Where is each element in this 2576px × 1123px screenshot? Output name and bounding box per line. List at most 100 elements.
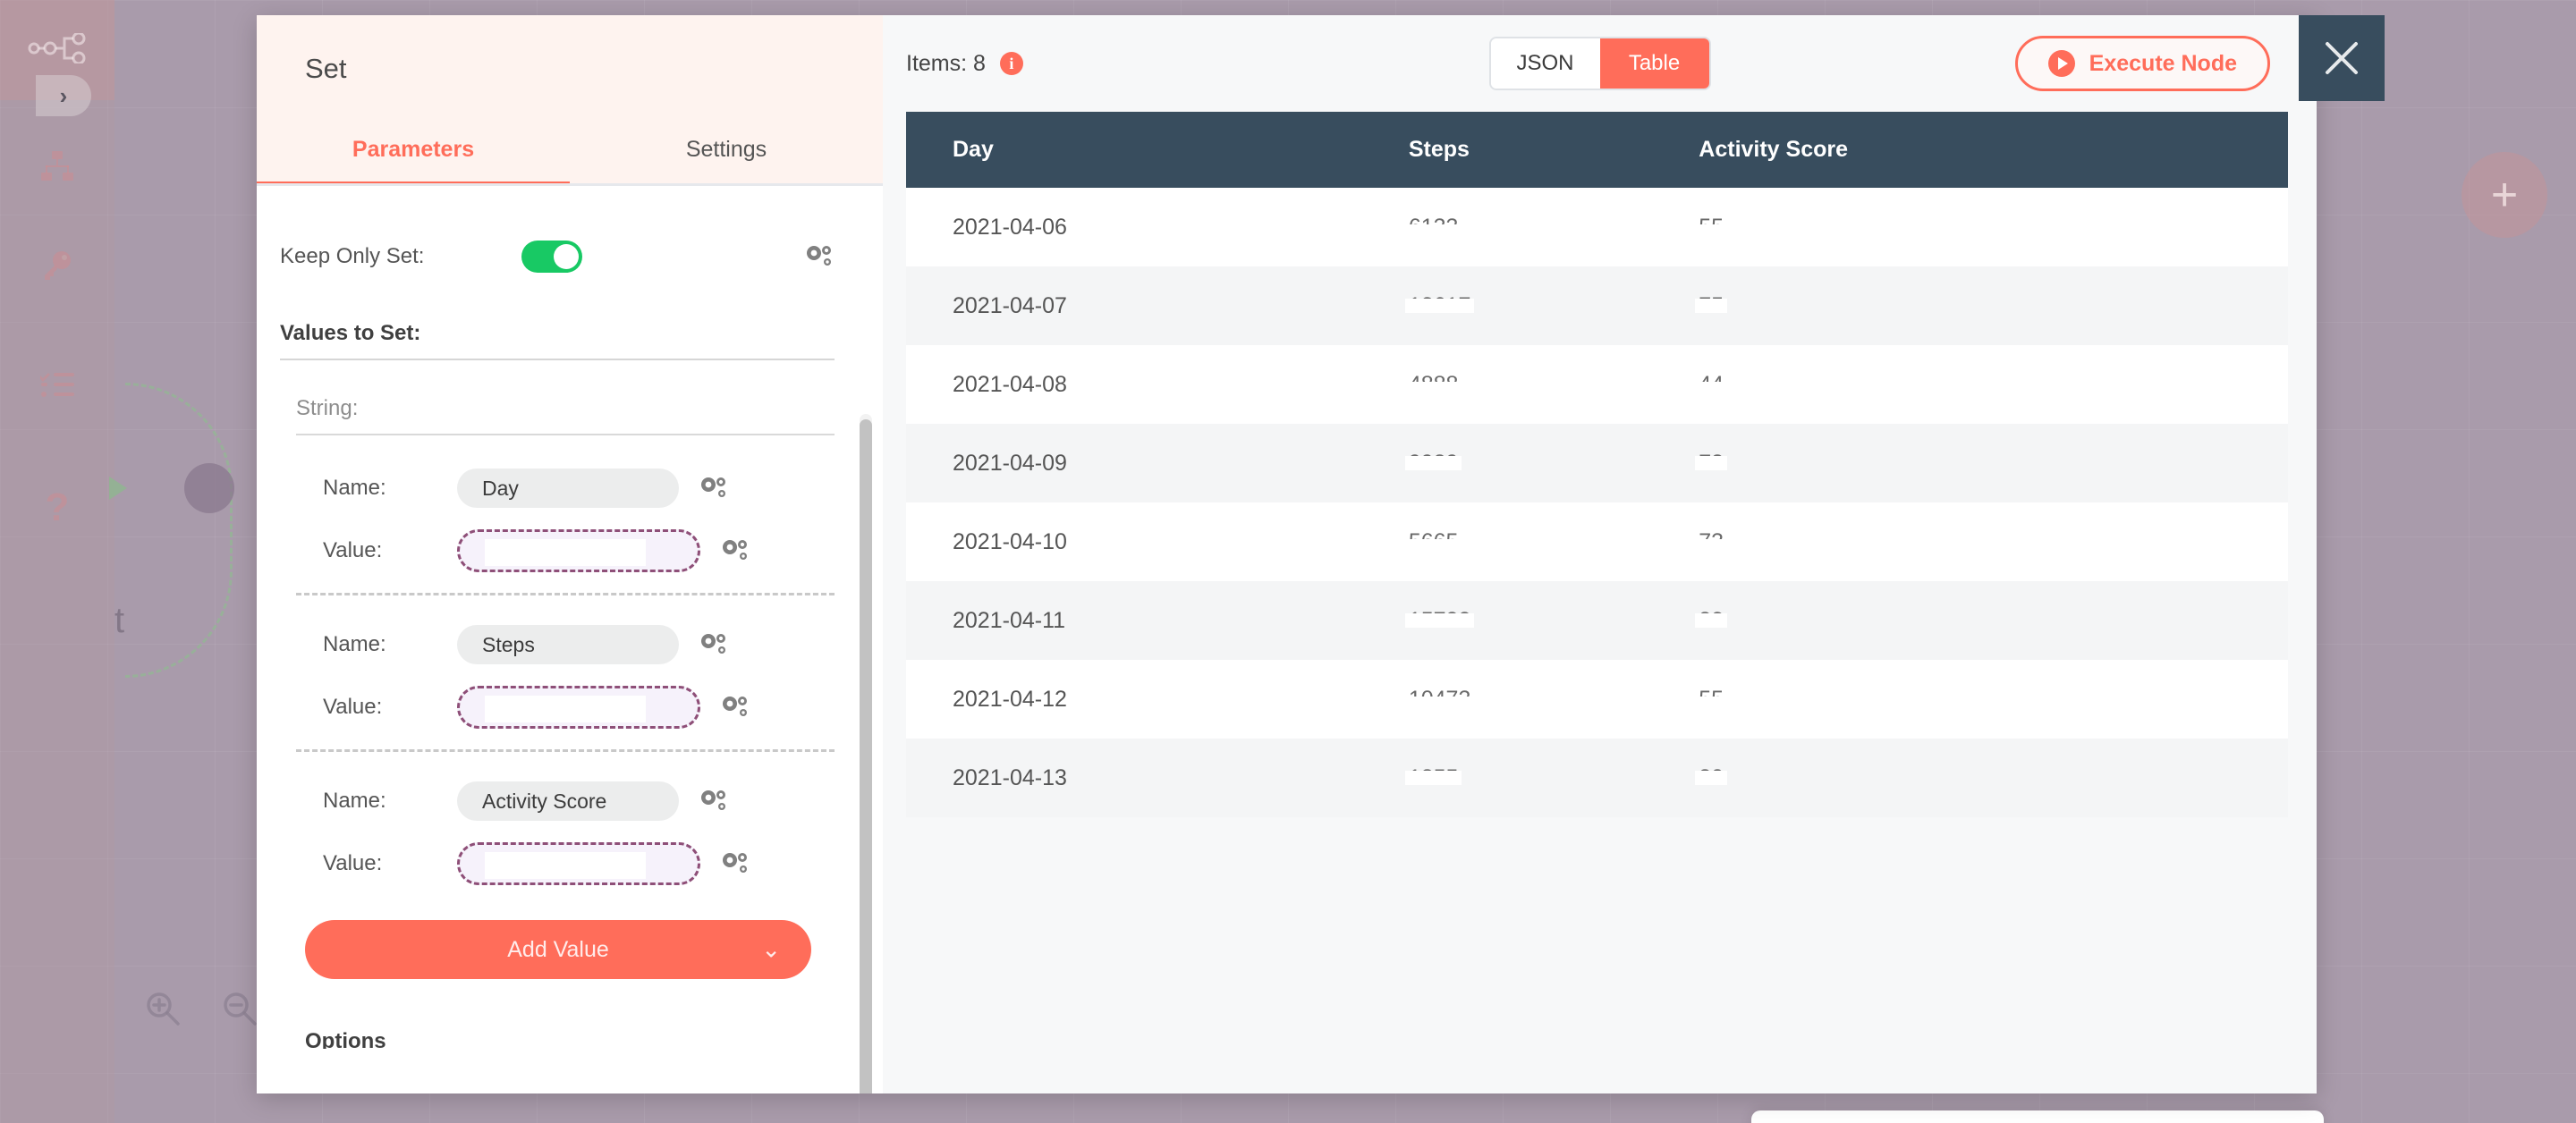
parameters-scrollbar[interactable] <box>860 419 872 1093</box>
cell-activity-score: 75 <box>1652 266 2288 345</box>
output-toolbar: Items: 8 i JSON Table Execute Node <box>883 15 2317 112</box>
gears-icon[interactable] <box>699 788 729 815</box>
cell-steps: 1855 <box>1361 739 1653 817</box>
sidebar-item-workflows[interactable] <box>0 143 114 193</box>
add-value-label: Add Value <box>507 936 609 962</box>
redacted-value: 12617 <box>1404 292 1474 318</box>
redacted-value: 4888 <box>1404 371 1462 397</box>
gears-icon[interactable] <box>720 694 750 721</box>
gears-icon[interactable] <box>720 537 750 564</box>
value-input[interactable] <box>457 686 700 729</box>
parameters-header: Set Parameters Settings <box>257 15 883 186</box>
sidebar-item-credentials[interactable] <box>0 241 114 291</box>
left-sidebar: › ? <box>0 0 114 1123</box>
node-detail-view: Set Parameters Settings Keep Only Set: V… <box>257 15 2385 1093</box>
chevron-down-icon: ⌄ <box>761 935 781 963</box>
table-row[interactable]: 2021-04-06 6133 55 <box>906 188 2288 266</box>
cell-activity-score: 73 <box>1652 502 2288 581</box>
output-table: Day Steps Activity Score 2021-04-06 6133 5… <box>906 112 2288 817</box>
entry-value-row: Value: <box>280 838 835 890</box>
options-section-label: Options <box>305 1029 386 1049</box>
zoom-out-icon <box>222 991 258 1031</box>
cell-steps: 5665 <box>1361 502 1653 581</box>
column-header-day[interactable]: Day <box>906 112 1362 188</box>
canvas-node-endpoint[interactable] <box>184 463 234 513</box>
gears-icon[interactable] <box>699 475 729 502</box>
cell-day: 2021-04-13 <box>906 739 1362 817</box>
entry-divider <box>296 749 835 752</box>
view-mode-toggle: JSON Table <box>1488 37 1711 90</box>
value-input[interactable] <box>457 529 700 572</box>
entry-divider <box>296 593 835 595</box>
sidebar-item-expand-sidebar[interactable]: › <box>36 75 91 116</box>
cell-steps: 6133 <box>1361 188 1653 266</box>
question-mark-icon: ? <box>45 486 70 529</box>
view-mode-json[interactable]: JSON <box>1490 38 1600 89</box>
name-input[interactable]: Steps <box>457 625 679 664</box>
key-icon <box>42 249 72 284</box>
gears-icon[interactable] <box>699 631 729 658</box>
table-row[interactable]: 2021-04-09 9989 73 <box>906 424 2288 502</box>
n8n-logo-icon <box>27 31 88 68</box>
view-mode-table[interactable]: Table <box>1599 38 1709 89</box>
table-row[interactable]: 2021-04-12 10473 55 <box>906 660 2288 739</box>
cell-day: 2021-04-07 <box>906 266 1362 345</box>
value-label: Value: <box>323 695 383 719</box>
gears-icon[interactable] <box>720 850 750 877</box>
cell-day: 2021-04-09 <box>906 424 1362 502</box>
name-label: Name: <box>323 632 386 656</box>
tab-settings[interactable]: Settings <box>570 126 883 186</box>
header-divider <box>257 183 883 186</box>
sidebar-item-executions[interactable] <box>0 361 114 411</box>
entry-name-row: Name: Activity Score <box>280 775 835 827</box>
parameters-panel: Set Parameters Settings Keep Only Set: V… <box>257 15 883 1093</box>
checklist-icon <box>38 372 74 401</box>
add-value-button[interactable]: Add Value ⌄ <box>305 920 811 979</box>
name-input[interactable]: Activity Score <box>457 781 679 821</box>
execute-node-button[interactable]: Execute Node <box>2014 36 2270 91</box>
string-group-label: String: <box>296 396 359 420</box>
play-icon <box>2047 50 2075 77</box>
value-input[interactable] <box>457 842 700 885</box>
gears-icon[interactable] <box>804 243 835 270</box>
redacted-value: 1855 <box>1404 764 1462 790</box>
output-table-container[interactable]: Day Steps Activity Score 2021-04-06 6133 5… <box>883 112 2317 1093</box>
values-to-set-label: Values to Set: <box>280 321 421 345</box>
sidebar-item-help[interactable]: ? <box>0 483 114 533</box>
zoom-in-button[interactable] <box>136 984 190 1037</box>
table-row[interactable]: 2021-04-11 15733 82 <box>906 581 2288 660</box>
redacted-value: 55 <box>1695 686 1727 712</box>
keep-only-set-toggle[interactable] <box>521 241 582 273</box>
notification-toast[interactable] <box>1751 1110 2324 1123</box>
name-label: Name: <box>323 476 386 500</box>
redacted-value: 82 <box>1695 607 1727 633</box>
cell-steps: 10473 <box>1361 660 1653 739</box>
entry-value-row: Value: <box>280 525 835 577</box>
redacted-value: 73 <box>1695 528 1727 554</box>
connection-arrow-icon <box>109 477 127 500</box>
string-group-divider <box>296 434 835 435</box>
cell-day: 2021-04-08 <box>906 345 1362 424</box>
cell-activity-score: 73 <box>1652 424 2288 502</box>
name-input[interactable]: Day <box>457 469 679 508</box>
entry-name-row: Name: Day <box>280 462 835 514</box>
table-row[interactable]: 2021-04-08 4888 44 <box>906 345 2288 424</box>
info-icon[interactable]: i <box>999 52 1023 75</box>
table-row[interactable]: 2021-04-13 1855 30 <box>906 739 2288 817</box>
output-panel: Items: 8 i JSON Table Execute Node Day S… <box>883 15 2385 1093</box>
tab-parameters[interactable]: Parameters <box>257 126 570 186</box>
redacted-value: 6133 <box>1404 214 1462 240</box>
table-body: 2021-04-06 6133 55 2021-04-07 12617 75 2021-04… <box>906 188 2288 817</box>
add-node-button[interactable]: + <box>2462 152 2547 238</box>
column-header-steps[interactable]: Steps <box>1361 112 1653 188</box>
value-label: Value: <box>323 538 383 562</box>
close-icon <box>2322 38 2361 78</box>
table-row[interactable]: 2021-04-07 12617 75 <box>906 266 2288 345</box>
column-header-activity-score[interactable]: Activity Score <box>1652 112 2288 188</box>
canvas-node-label: t <box>114 601 125 640</box>
name-label: Name: <box>323 789 386 813</box>
close-button[interactable] <box>2299 15 2385 101</box>
redacted-value: 15733 <box>1404 607 1474 633</box>
cell-activity-score: 44 <box>1652 345 2288 424</box>
table-row[interactable]: 2021-04-10 5665 73 <box>906 502 2288 581</box>
